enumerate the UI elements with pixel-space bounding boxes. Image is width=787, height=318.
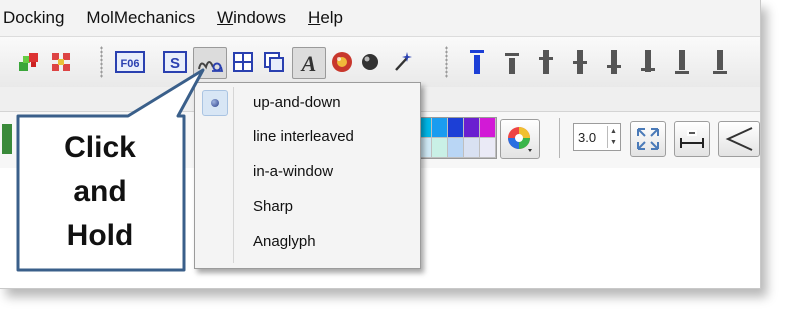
callout-text: Click and Hold [20,117,180,267]
callout-line-2: and [73,175,127,208]
callout-line-1: Click [64,131,136,164]
callout-line-3: Hold [66,219,134,252]
